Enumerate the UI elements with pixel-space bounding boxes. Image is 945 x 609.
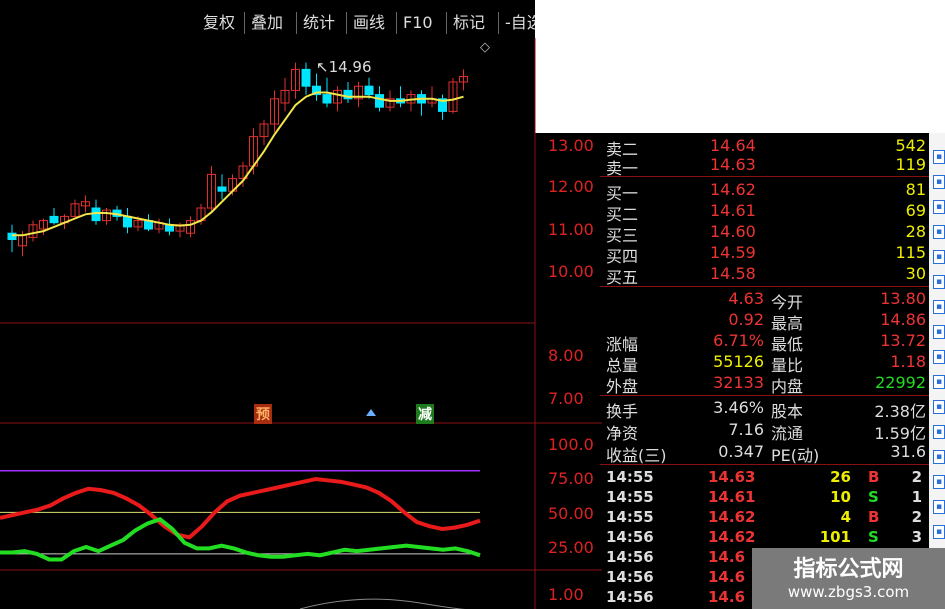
side-tool-icon[interactable]: ▪ bbox=[933, 375, 945, 389]
indicator-axis-label: 50.00 bbox=[548, 504, 594, 523]
indicator-axis-label: 100.0 bbox=[548, 435, 594, 454]
indicator-axis-label: 75.00 bbox=[548, 469, 594, 488]
divider bbox=[600, 464, 929, 465]
side-tool-icon[interactable]: ▪ bbox=[933, 225, 945, 239]
side-tool-icon[interactable]: ▪ bbox=[933, 450, 945, 464]
signal-up-icon bbox=[366, 409, 376, 416]
price-axis-label: 11.00 bbox=[548, 220, 594, 239]
watchlist-button[interactable]: -自选 bbox=[499, 12, 535, 34]
orderbook-row[interactable]: 买四 14.59 115 bbox=[606, 243, 926, 266]
toolbar: 复权 叠加 统计 画线 F10 标记 -自选 bbox=[0, 0, 535, 38]
signal-pre: 预 bbox=[254, 404, 272, 424]
side-tool-icon[interactable]: ▪ bbox=[933, 475, 945, 489]
side-tool-icon[interactable]: ▪ bbox=[933, 300, 945, 314]
high-price-marker: ↖14.96 bbox=[316, 58, 372, 76]
stat-row: 换手 3.46% 股本 2.38亿 bbox=[606, 398, 926, 421]
orderbook-row[interactable]: 买五 14.58 30 bbox=[606, 264, 926, 287]
volume-axis-label: 8.00 bbox=[548, 346, 584, 365]
diamond-icon[interactable]: ◇ bbox=[480, 40, 490, 55]
lower-pane-curve bbox=[299, 598, 481, 609]
side-tool-icon[interactable]: ▪ bbox=[933, 175, 945, 189]
candle-body bbox=[301, 68, 311, 87]
tick-row: 14:55 14.62 4 B 2 bbox=[606, 508, 922, 526]
statistics-button[interactable]: 统计 bbox=[297, 12, 347, 34]
f10-button[interactable]: F10 bbox=[397, 12, 447, 34]
divider bbox=[600, 176, 929, 177]
candle-body bbox=[364, 85, 374, 96]
stat-row: 外盘 32133 内盘 22992 bbox=[606, 373, 926, 396]
price-axis-label: 13.00 bbox=[548, 136, 594, 155]
tick-row: 14:55 14.61 10 S 1 bbox=[606, 488, 922, 506]
stat-row: 净资 7.16 流通 1.59亿 bbox=[606, 420, 926, 443]
lower-axis-label: 1.00 bbox=[548, 585, 584, 604]
candle-body bbox=[375, 94, 384, 108]
tick-row: 14:56 14.62 101 S 3 bbox=[606, 528, 922, 546]
price-axis-label: 10.00 bbox=[548, 262, 594, 281]
candle-body bbox=[322, 94, 332, 104]
restore-rights-button[interactable]: 复权 bbox=[197, 12, 245, 34]
orderbook-row[interactable]: 卖一 14.63 119 bbox=[606, 155, 926, 178]
mark-button[interactable]: 标记 bbox=[447, 12, 499, 34]
orderbook-row[interactable]: 买三 14.60 28 bbox=[606, 222, 926, 245]
side-tool-icon[interactable]: ▪ bbox=[933, 150, 945, 164]
side-tool-icon[interactable]: ▪ bbox=[933, 525, 945, 539]
side-tool-icon[interactable]: ▪ bbox=[933, 500, 945, 514]
high-price-value: 14.96 bbox=[328, 58, 372, 76]
stat-row: 总量 55126 量比 1.18 bbox=[606, 352, 926, 375]
overlay-button[interactable]: 叠加 bbox=[245, 12, 297, 34]
orderbook-row[interactable]: 卖二 14.64 542 bbox=[606, 136, 926, 159]
stat-row: 0.92 最高 14.86 bbox=[728, 310, 926, 333]
side-tool-icon[interactable]: ▪ bbox=[933, 200, 945, 214]
side-tool-icon[interactable]: ▪ bbox=[933, 325, 945, 339]
divider bbox=[600, 395, 929, 396]
side-tool-icon[interactable]: ▪ bbox=[933, 275, 945, 289]
price-axis-label: 12.00 bbox=[548, 177, 594, 196]
signal-reduce: 减 bbox=[416, 404, 434, 424]
kline-chart[interactable] bbox=[0, 38, 602, 609]
side-tool-icon[interactable]: ▪ bbox=[933, 350, 945, 364]
volume-axis-label: 7.00 bbox=[548, 389, 584, 408]
divider bbox=[600, 286, 929, 287]
stat-row: 涨幅 6.71% 最低 13.72 bbox=[606, 331, 926, 354]
stat-row: 4.63 今开 13.80 bbox=[728, 289, 926, 312]
moving-average-line bbox=[12, 91, 464, 237]
tick-row: 14:55 14.63 26 B 2 bbox=[606, 468, 922, 486]
stat-row: 收益(三) 0.347 PE(动) 31.6 bbox=[606, 442, 926, 465]
indicator-axis-label: 25.00 bbox=[548, 538, 594, 557]
indicator-k-line bbox=[0, 477, 481, 540]
side-tool-icon[interactable]: ▪ bbox=[933, 425, 945, 439]
side-tool-icon[interactable]: ▪ bbox=[933, 400, 945, 414]
orderbook-row[interactable]: 买二 14.61 69 bbox=[606, 201, 926, 224]
watermark: 指标公式网 www.zbgs3.com bbox=[752, 548, 945, 609]
draw-line-button[interactable]: 画线 bbox=[347, 12, 397, 34]
candle-body bbox=[7, 232, 17, 240]
side-tool-icon[interactable]: ▪ bbox=[933, 250, 945, 264]
orderbook-row[interactable]: 买一 14.62 81 bbox=[606, 180, 926, 203]
candle-body bbox=[217, 186, 227, 192]
candle-body bbox=[49, 215, 59, 224]
